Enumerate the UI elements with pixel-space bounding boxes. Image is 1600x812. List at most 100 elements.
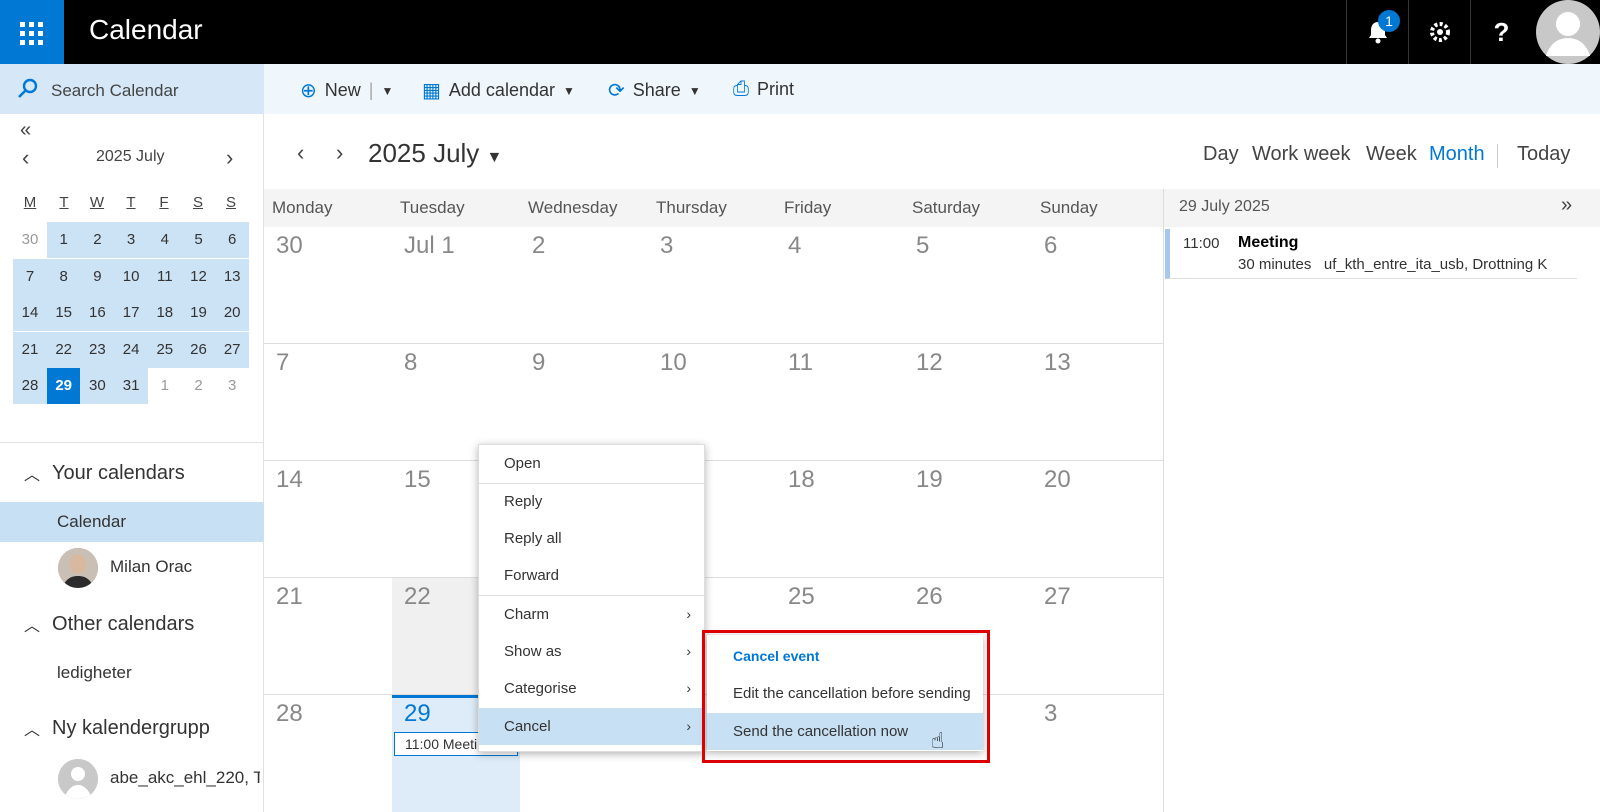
calendar-item[interactable]: Calendar: [0, 502, 264, 542]
mini-calendar-day[interactable]: 20: [215, 295, 250, 331]
group-calendar-item[interactable]: abe_akc_ehl_220, Tek: [0, 756, 264, 802]
day-number[interactable]: 18: [788, 466, 815, 494]
new-button[interactable]: ⊕ New | ▼: [300, 78, 393, 103]
day-number[interactable]: 10: [660, 349, 687, 377]
share-button[interactable]: ⟳ Share ▼: [608, 78, 701, 103]
other-calendars-group[interactable]: ︿ Other calendars: [24, 612, 194, 636]
day-number[interactable]: 8: [404, 349, 417, 377]
day-number[interactable]: 4: [788, 232, 801, 260]
mini-calendar-day[interactable]: 24: [114, 331, 149, 368]
mini-calendar-day[interactable]: 17: [114, 295, 149, 331]
mini-calendar-day[interactable]: 3: [114, 222, 149, 258]
app-launcher-icon[interactable]: [0, 0, 64, 64]
mini-calendar-day[interactable]: 4: [147, 222, 182, 258]
mini-calendar-day[interactable]: 22: [46, 331, 81, 368]
notifications-button[interactable]: 1: [1346, 0, 1408, 64]
expand-agenda-icon[interactable]: »: [1561, 194, 1572, 217]
day-number[interactable]: 6: [1044, 232, 1057, 260]
day-number[interactable]: 29: [404, 700, 431, 728]
print-button[interactable]: ⎙ Print: [733, 78, 794, 101]
mini-calendar-day[interactable]: 2: [80, 222, 115, 258]
view-week[interactable]: Week: [1366, 143, 1417, 166]
chevron-down-icon[interactable]: ▼: [381, 84, 393, 98]
view-work-week[interactable]: Work week: [1252, 143, 1351, 166]
day-number[interactable]: Jul 1: [404, 232, 455, 260]
mini-calendar-day[interactable]: 27: [215, 331, 250, 368]
mini-calendar-day[interactable]: 23: [80, 331, 115, 368]
mini-calendar-day[interactable]: 21: [13, 331, 47, 368]
mini-calendar-day[interactable]: 13: [215, 258, 250, 295]
day-number[interactable]: 5: [916, 232, 929, 260]
day-number[interactable]: 26: [916, 583, 943, 611]
person-calendar-item[interactable]: Milan Orac: [0, 545, 264, 591]
calendar-group[interactable]: ︿ Ny kalendergrupp: [24, 716, 210, 740]
settings-button[interactable]: [1408, 0, 1470, 64]
mini-calendar-day[interactable]: 30: [13, 222, 47, 258]
mini-calendar-day[interactable]: 3: [215, 368, 249, 404]
mini-calendar-day[interactable]: 5: [181, 222, 216, 258]
day-number[interactable]: 21: [276, 583, 303, 611]
day-number[interactable]: 28: [276, 700, 303, 728]
collapse-pane-icon[interactable]: «: [20, 119, 31, 142]
day-number[interactable]: 30: [276, 232, 303, 260]
mini-calendar-day[interactable]: 1: [148, 368, 182, 404]
day-number[interactable]: 9: [532, 349, 545, 377]
day-number[interactable]: 7: [276, 349, 289, 377]
day-number[interactable]: 14: [276, 466, 303, 494]
today-button[interactable]: Today: [1517, 143, 1570, 166]
mini-calendar-day[interactable]: 11: [147, 258, 182, 295]
menu-item-show-as[interactable]: Show as ›: [479, 633, 706, 670]
mini-calendar-day[interactable]: 6: [215, 222, 250, 258]
mini-calendar-day[interactable]: 16: [80, 295, 115, 331]
your-calendars-group[interactable]: ︿ Your calendars: [24, 461, 185, 485]
mini-calendar-day[interactable]: 29: [46, 368, 81, 404]
mini-calendar-day[interactable]: 8: [46, 258, 81, 295]
search-box[interactable]: Search Calendar: [0, 64, 264, 114]
day-number[interactable]: 2: [532, 232, 545, 260]
mini-calendar-day[interactable]: 30: [80, 368, 115, 404]
next-month-icon[interactable]: ›: [336, 140, 343, 166]
menu-item-cancel[interactable]: Cancel ›: [479, 708, 706, 745]
mini-calendar-day[interactable]: 12: [181, 258, 216, 295]
mini-calendar-day[interactable]: 2: [182, 368, 216, 404]
day-number[interactable]: 3: [1044, 700, 1057, 728]
mini-calendar-day[interactable]: 28: [13, 368, 47, 404]
day-number[interactable]: 27: [1044, 583, 1071, 611]
mini-calendar-day[interactable]: 18: [147, 295, 182, 331]
mini-calendar-day[interactable]: 7: [13, 258, 47, 295]
menu-item-reply[interactable]: Reply: [479, 483, 706, 520]
day-number[interactable]: 19: [916, 466, 943, 494]
mini-calendar-day[interactable]: 19: [181, 295, 216, 331]
day-number[interactable]: 25: [788, 583, 815, 611]
day-number[interactable]: 22: [404, 583, 431, 611]
menu-item-categorise[interactable]: Categorise ›: [479, 670, 706, 707]
search-input[interactable]: Search Calendar: [51, 81, 179, 101]
menu-item-reply-all[interactable]: Reply all: [479, 520, 706, 557]
mini-calendar-day[interactable]: 1: [46, 222, 81, 258]
mini-calendar-day[interactable]: 10: [114, 258, 149, 295]
mini-calendar-day[interactable]: 31: [114, 368, 149, 404]
profile-avatar[interactable]: [1536, 0, 1600, 64]
mini-calendar-day[interactable]: 15: [46, 295, 81, 331]
mini-calendar-day[interactable]: 14: [13, 295, 47, 331]
help-button[interactable]: ?: [1470, 0, 1532, 64]
day-number[interactable]: 3: [660, 232, 673, 260]
view-day[interactable]: Day: [1203, 143, 1239, 166]
day-number[interactable]: 13: [1044, 349, 1071, 377]
mini-calendar-day[interactable]: 9: [80, 258, 115, 295]
month-title[interactable]: 2025 July ▼: [368, 138, 502, 169]
prev-month-icon[interactable]: ‹: [297, 140, 304, 166]
day-number[interactable]: 20: [1044, 466, 1071, 494]
menu-item-forward[interactable]: Forward: [479, 557, 706, 594]
day-number[interactable]: 11: [788, 349, 813, 377]
menu-item-charm[interactable]: Charm ›: [479, 596, 706, 633]
mini-next-month-icon[interactable]: ›: [226, 145, 233, 171]
day-number[interactable]: 15: [404, 466, 431, 494]
mini-calendar-day[interactable]: 25: [147, 331, 182, 368]
mini-prev-month-icon[interactable]: ‹: [22, 145, 29, 171]
other-calendar-item[interactable]: ledigheter: [0, 653, 264, 693]
day-number[interactable]: 12: [916, 349, 943, 377]
view-month[interactable]: Month: [1429, 143, 1485, 166]
add-calendar-button[interactable]: ▦ Add calendar ▼: [422, 78, 575, 103]
mini-calendar-day[interactable]: 26: [181, 331, 216, 368]
